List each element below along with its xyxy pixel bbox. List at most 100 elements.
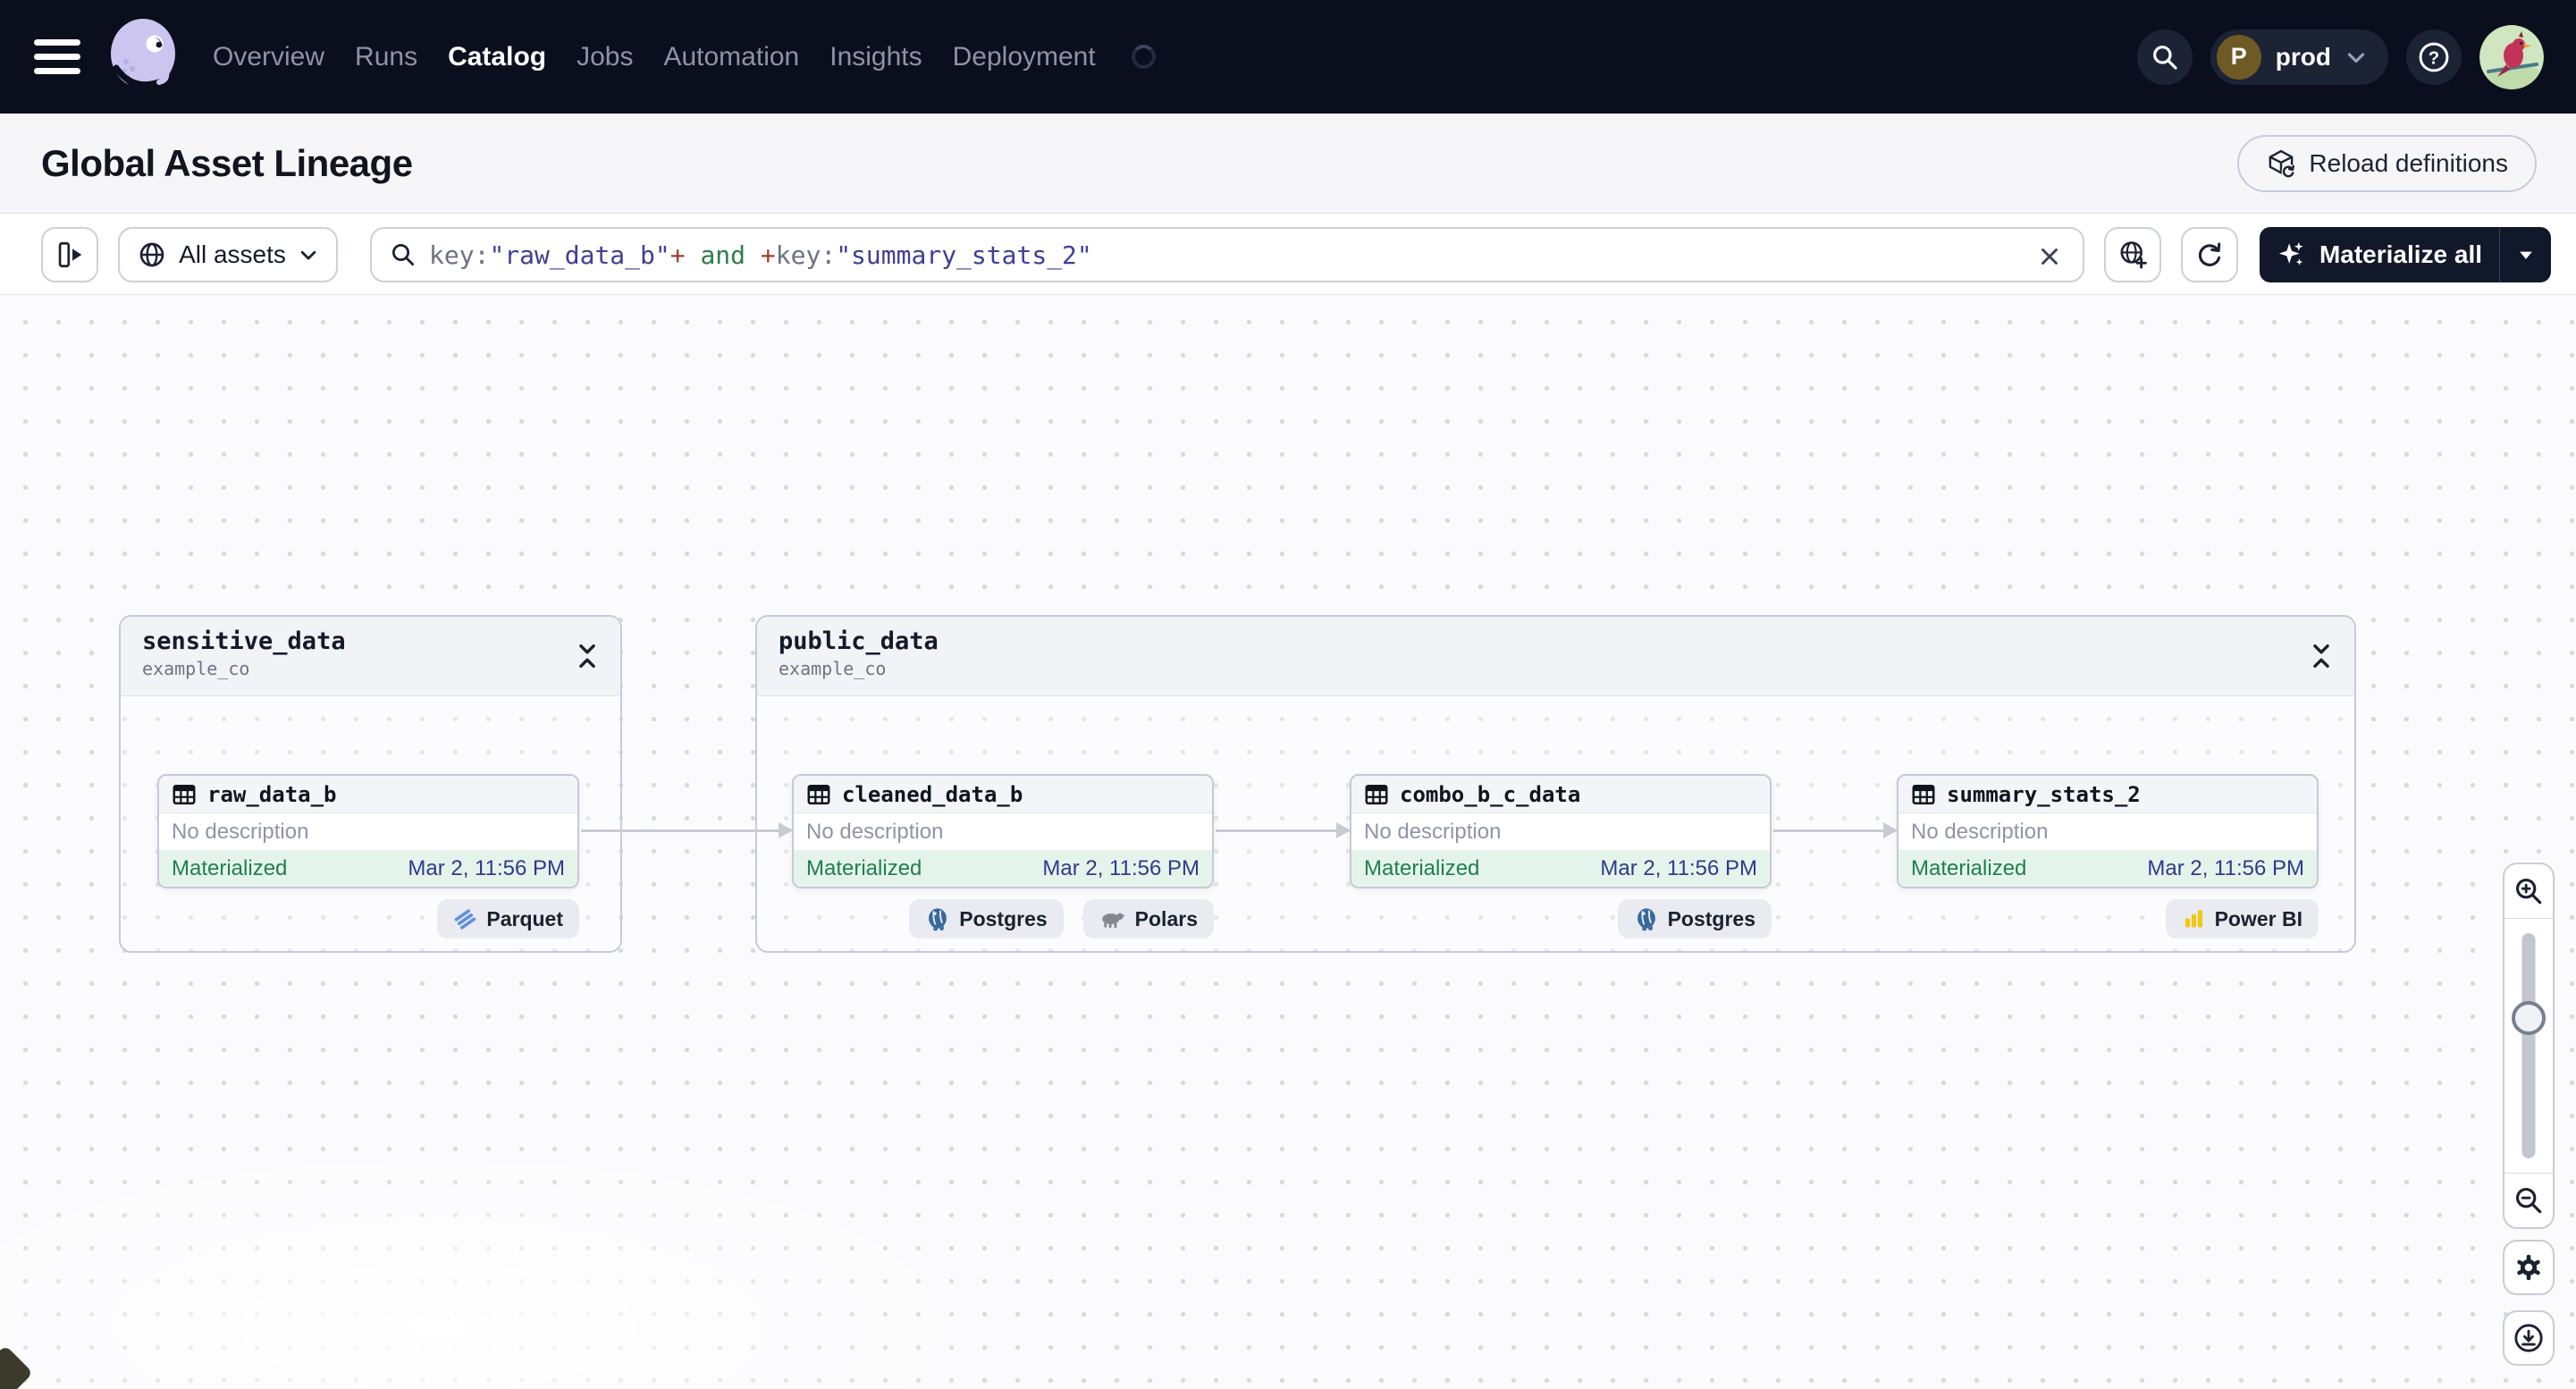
- asset-tags-raw-data-b: Parquet: [157, 899, 579, 939]
- asset-description: No description: [1898, 813, 2317, 850]
- asset-node-header: summary_stats_2: [1898, 776, 2317, 813]
- zoom-in-button[interactable]: [2504, 864, 2553, 918]
- graph-settings-button[interactable]: [2503, 1240, 2555, 1295]
- table-icon: [173, 784, 196, 804]
- materialization-timestamp[interactable]: Mar 2, 11:56 PM: [1042, 856, 1200, 881]
- close-icon: [2041, 248, 2058, 265]
- refresh-button[interactable]: [2181, 227, 2238, 282]
- materialize-all-split-button: Materialize all: [2260, 227, 2551, 282]
- user-avatar[interactable]: [2479, 24, 2544, 89]
- asset-name: cleaned_data_b: [842, 781, 1023, 807]
- tag-polars[interactable]: Polars: [1082, 899, 1214, 939]
- zoom-slider-handle[interactable]: [2512, 1001, 2546, 1035]
- asset-node-summary-stats-2[interactable]: summary_stats_2 No description Materiali…: [1897, 774, 2319, 888]
- nav-insights[interactable]: Insights: [829, 42, 922, 72]
- materialize-all-label: Materialize all: [2319, 240, 2483, 268]
- search-icon: [2152, 45, 2177, 70]
- asset-description: No description: [794, 813, 1212, 850]
- settings-icon: [2517, 1254, 2540, 1281]
- clear-search-button[interactable]: [2036, 240, 2068, 273]
- deployment-name: prod: [2275, 42, 2331, 71]
- zoom-out-icon: [2515, 1187, 2542, 1214]
- nav-right-cluster: P prod ?: [2136, 0, 2544, 114]
- group-header[interactable]: sensitive_data example_co: [121, 617, 620, 696]
- group-name: sensitive_data: [142, 627, 346, 655]
- reload-definitions-button[interactable]: Reload definitions: [2237, 135, 2537, 192]
- lineage-edge: [1773, 822, 1898, 838]
- asset-node-header: raw_data_b: [159, 776, 577, 813]
- zoom-out-button[interactable]: [2504, 1174, 2553, 1227]
- tag-label: Parquet: [486, 906, 563, 930]
- asset-status-row: Materialized Mar 2, 11:56 PM: [794, 850, 1212, 887]
- nav-deployment[interactable]: Deployment: [953, 42, 1096, 72]
- collapse-group-button[interactable]: [572, 640, 604, 672]
- nav-links: Overview Runs Catalog Jobs Automation In…: [213, 0, 1156, 114]
- table-icon: [1365, 784, 1388, 804]
- asset-node-combo-b-c-data[interactable]: combo_b_c_data No description Materializ…: [1350, 774, 1772, 888]
- asset-tags-cleaned-data-b: Postgres Polars: [792, 899, 1214, 939]
- tag-postgres[interactable]: Postgres: [1617, 899, 1772, 939]
- sparkle-icon: [2278, 241, 2303, 265]
- menu-icon[interactable]: [34, 39, 80, 75]
- globe-add-icon: [2120, 241, 2147, 269]
- nav-runs[interactable]: Runs: [355, 42, 417, 72]
- top-nav: Overview Runs Catalog Jobs Automation In…: [0, 0, 2576, 114]
- materialize-all-button[interactable]: Materialize all: [2260, 227, 2499, 282]
- asset-tags-combo-b-c-data: Postgres: [1350, 899, 1772, 939]
- caret-down-icon: [2519, 251, 2532, 259]
- asset-status-row: Materialized Mar 2, 11:56 PM: [1351, 850, 1770, 887]
- table-icon: [1912, 784, 1935, 804]
- materialize-options-button[interactable]: [2499, 227, 2551, 282]
- status-badge: Materialized: [1911, 855, 2027, 880]
- collapse-vertical-icon: [2313, 644, 2329, 669]
- deployment-avatar: P: [2216, 34, 2261, 80]
- search-button[interactable]: [2136, 29, 2193, 85]
- panel-expand-icon: [58, 241, 82, 268]
- tag-power-bi[interactable]: Power BI: [2165, 899, 2319, 939]
- materialization-timestamp[interactable]: Mar 2, 11:56 PM: [2147, 856, 2304, 881]
- group-header[interactable]: public_data example_co: [757, 617, 2354, 696]
- chevron-down-icon: [300, 250, 316, 260]
- table-icon: [807, 784, 830, 804]
- filter-scope-button[interactable]: [2104, 227, 2161, 282]
- nav-overview[interactable]: Overview: [213, 42, 324, 72]
- page-header: Global Asset Lineage Reload definitions: [0, 114, 2576, 214]
- asset-name: combo_b_c_data: [1400, 781, 1581, 807]
- chevron-down-icon: [2347, 52, 2365, 63]
- materialization-timestamp[interactable]: Mar 2, 11:56 PM: [1600, 856, 1757, 881]
- group-name: public_data: [779, 627, 939, 655]
- postgres-icon: [1637, 908, 1655, 931]
- asset-tags-summary-stats-2: Power BI: [1897, 899, 2319, 939]
- status-badge: Materialized: [806, 855, 922, 880]
- download-graph-button[interactable]: [2503, 1310, 2555, 1366]
- loading-spinner-icon: [1131, 45, 1156, 69]
- help-icon: ?: [2419, 42, 2449, 72]
- nav-jobs[interactable]: Jobs: [577, 42, 633, 72]
- deployment-switcher[interactable]: P prod: [2210, 29, 2388, 85]
- reload-definitions-label: Reload definitions: [2309, 149, 2508, 177]
- lineage-canvas[interactable]: sensitive_data example_co public_data ex…: [0, 295, 2576, 1389]
- zoom-slider: [2504, 918, 2553, 1174]
- asset-node-raw-data-b[interactable]: raw_data_b No description Materialized M…: [157, 774, 579, 888]
- nav-automation[interactable]: Automation: [663, 42, 799, 72]
- tag-parquet[interactable]: Parquet: [437, 899, 579, 939]
- lineage-edge: [581, 822, 793, 838]
- materialization-timestamp[interactable]: Mar 2, 11:56 PM: [408, 856, 565, 881]
- zoom-slider-track[interactable]: [2521, 933, 2536, 1158]
- asset-node-header: cleaned_data_b: [794, 776, 1212, 813]
- tag-label: Postgres: [1667, 906, 1755, 930]
- polars-icon: [1101, 913, 1125, 929]
- nav-catalog[interactable]: Catalog: [448, 42, 546, 72]
- tag-postgres[interactable]: Postgres: [909, 899, 1064, 939]
- asset-status-row: Materialized Mar 2, 11:56 PM: [1898, 850, 2317, 887]
- open-sidebar-button[interactable]: [41, 227, 98, 282]
- lineage-edge: [1216, 822, 1351, 838]
- asset-node-cleaned-data-b[interactable]: cleaned_data_b No description Materializ…: [792, 774, 1214, 888]
- asset-scope-dropdown[interactable]: All assets: [118, 227, 338, 282]
- asset-search-input[interactable]: key:"raw_data_b"+ and +key:"summary_stat…: [370, 227, 2084, 282]
- help-button[interactable]: ?: [2406, 29, 2462, 85]
- collapse-group-button[interactable]: [2306, 640, 2338, 672]
- cube-reload-icon: [2269, 149, 2296, 179]
- dagster-logo-icon[interactable]: [102, 14, 186, 98]
- status-badge: Materialized: [172, 855, 288, 880]
